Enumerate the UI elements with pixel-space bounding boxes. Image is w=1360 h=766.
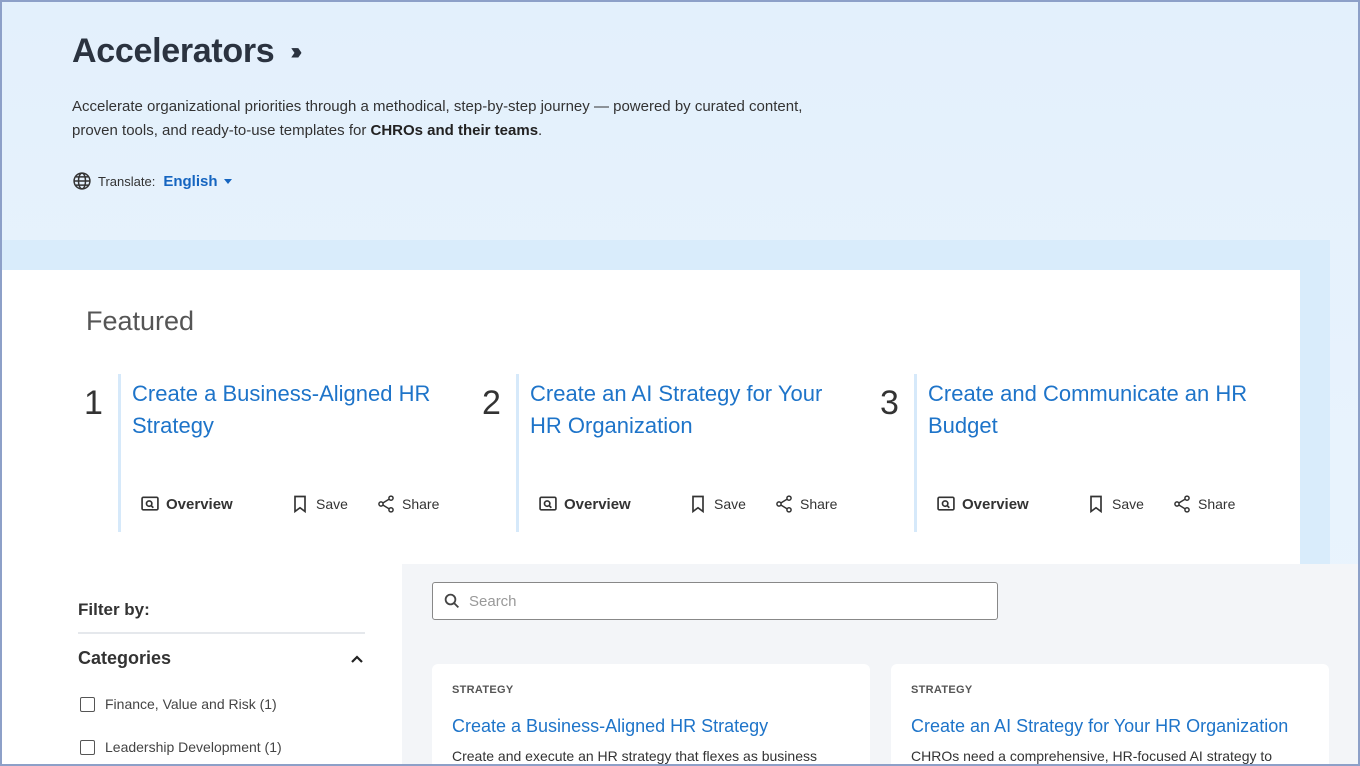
overview-button[interactable]: Overview xyxy=(140,494,290,514)
result-card: STRATEGY Create a Business-Aligned HR St… xyxy=(432,664,870,764)
featured-divider xyxy=(914,374,917,532)
save-button[interactable]: Save xyxy=(688,494,774,514)
triple-chevron-icon: ››› xyxy=(290,37,302,65)
featured-item-link[interactable]: Create a Business-Aligned HR Strategy xyxy=(132,378,452,442)
preview-icon xyxy=(141,496,159,511)
featured-item-link[interactable]: Create and Communicate an HR Budget xyxy=(928,378,1248,442)
page-description: Accelerate organizational priorities thr… xyxy=(72,98,803,139)
featured-item-link[interactable]: Create an AI Strategy for Your HR Organi… xyxy=(530,378,850,442)
featured-divider xyxy=(118,374,121,532)
translate-label: Translate: xyxy=(98,173,156,189)
preview-icon xyxy=(937,496,955,511)
share-button[interactable]: Share xyxy=(774,494,837,514)
categories-toggle[interactable]: Categories xyxy=(78,648,365,669)
card-title-link[interactable]: Create a Business-Aligned HR Strategy xyxy=(452,716,768,737)
featured-item: 2 Create an AI Strategy for Your HR Orga… xyxy=(482,374,842,532)
filter-sidebar: Filter by: Categories Finance, Value and… xyxy=(2,564,402,764)
language-dropdown[interactable]: English xyxy=(163,172,232,190)
overview-button[interactable]: Overview xyxy=(936,494,1086,514)
save-button[interactable]: Save xyxy=(1086,494,1172,514)
share-icon xyxy=(378,495,394,513)
page-title: Accelerators xyxy=(72,32,275,70)
featured-actions: Overview Save Share xyxy=(538,494,837,514)
preview-icon xyxy=(539,496,557,511)
result-card: STRATEGY Create an AI Strategy for Your … xyxy=(891,664,1329,764)
app-frame: Accelerators ››› Accelerate organization… xyxy=(0,0,1360,766)
category-label: Leadership Development (1) xyxy=(105,739,282,755)
category-checkbox[interactable] xyxy=(80,696,95,712)
language-value: English xyxy=(163,172,218,190)
featured-item: 1 Create a Business-Aligned HR Strategy … xyxy=(84,374,444,532)
chevron-up-icon xyxy=(351,654,363,663)
card-category-tag: STRATEGY xyxy=(911,684,973,696)
save-button[interactable]: Save xyxy=(290,494,376,514)
categories-title: Categories xyxy=(78,648,172,668)
featured-title: Featured xyxy=(86,306,195,336)
globe-icon xyxy=(73,172,91,190)
category-checkbox[interactable] xyxy=(80,739,95,755)
featured-divider xyxy=(516,374,519,532)
share-button[interactable]: Share xyxy=(376,494,439,514)
featured-number: 3 xyxy=(880,384,899,422)
featured-actions: Overview Save Share xyxy=(936,494,1235,514)
card-description: CHROs need a comprehensive, HR-focused A… xyxy=(911,748,1273,764)
category-label: Finance, Value and Risk (1) xyxy=(105,696,277,712)
catalog-section: Filter by: Categories Finance, Value and… xyxy=(2,564,1358,764)
featured-number: 2 xyxy=(482,384,501,422)
translate-control: Translate: English xyxy=(72,171,832,191)
bookmark-icon xyxy=(692,495,704,514)
search-box xyxy=(432,582,998,620)
caret-down-icon xyxy=(223,178,232,184)
hero-section: Accelerators ››› Accelerate organization… xyxy=(72,32,832,191)
featured-item: 3 Create and Communicate an HR Budget Ov… xyxy=(880,374,1247,532)
share-icon xyxy=(1174,495,1190,513)
filter-divider xyxy=(78,632,365,634)
featured-panel: Featured 1 Create a Business-Aligned HR … xyxy=(2,270,1300,570)
featured-actions: Overview Save Share xyxy=(140,494,439,514)
share-button[interactable]: Share xyxy=(1172,494,1235,514)
search-input[interactable] xyxy=(469,592,969,610)
share-icon xyxy=(776,495,792,513)
card-category-tag: STRATEGY xyxy=(452,684,514,696)
bookmark-icon xyxy=(294,495,306,514)
card-description: Create and execute an HR strategy that f… xyxy=(452,748,817,764)
filter-title: Filter by: xyxy=(78,600,150,619)
category-option[interactable]: Finance, Value and Risk (1) xyxy=(80,696,277,712)
card-title-link[interactable]: Create an AI Strategy for Your HR Organi… xyxy=(911,716,1288,737)
search-icon xyxy=(444,593,460,609)
featured-number: 1 xyxy=(84,384,103,422)
bookmark-icon xyxy=(1090,495,1102,514)
category-option[interactable]: Leadership Development (1) xyxy=(80,739,282,755)
overview-button[interactable]: Overview xyxy=(538,494,688,514)
